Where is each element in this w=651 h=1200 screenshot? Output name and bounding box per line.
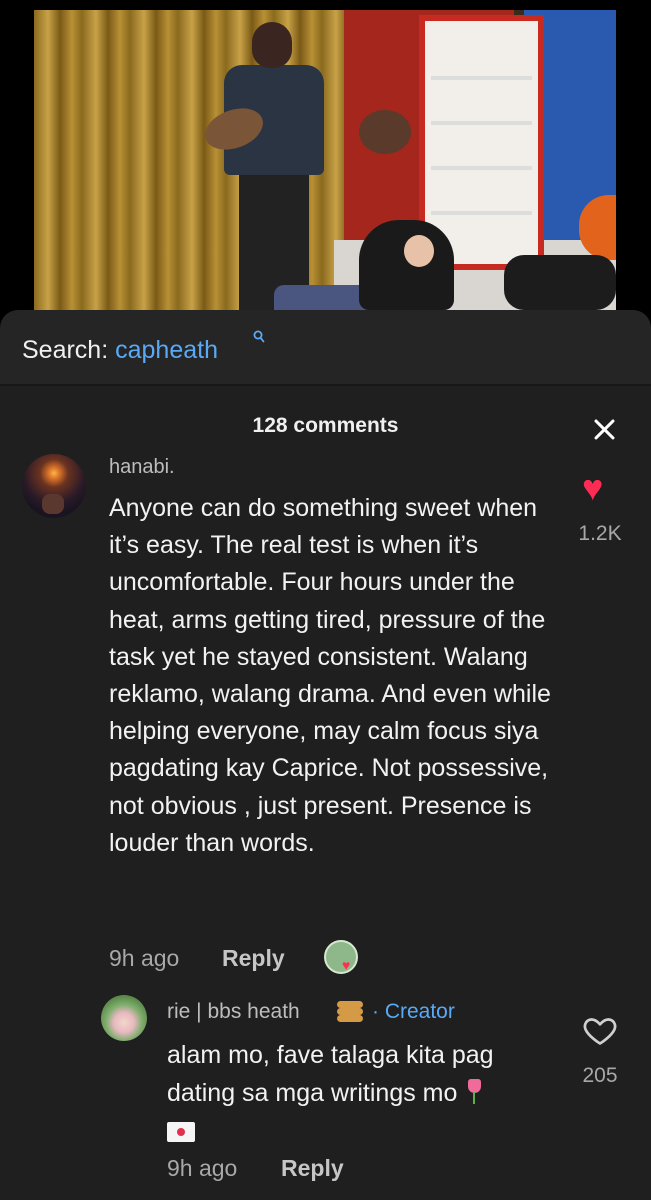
heart-icon: ♥ xyxy=(342,957,351,973)
search-term[interactable]: capheath xyxy=(115,336,218,364)
tulip-icon xyxy=(465,1079,483,1105)
video-area xyxy=(0,0,651,330)
love-letter-icon xyxy=(167,1122,195,1142)
avatar-detail xyxy=(42,494,64,514)
avatar[interactable] xyxy=(22,454,86,518)
heart-outline-icon[interactable] xyxy=(582,1012,618,1048)
heart-filled-icon[interactable]: ♥ xyxy=(582,470,603,506)
search-icon-svg xyxy=(253,330,265,343)
video-frame-person xyxy=(252,22,292,68)
like-count: 205 xyxy=(582,1064,618,1087)
shelf-line xyxy=(431,211,532,215)
pancake-layer xyxy=(337,1001,363,1008)
like-count: 1.2K xyxy=(578,522,622,545)
reply-timestamp: 9h ago xyxy=(167,1155,238,1181)
shelf-line xyxy=(431,166,532,170)
video-frame-paddle xyxy=(359,110,411,154)
comment-text: Anyone can do something sweet when it’s … xyxy=(109,494,551,857)
video-player[interactable] xyxy=(34,10,616,310)
pancake-icon xyxy=(337,999,363,1023)
comment-timestamp: 9h ago xyxy=(109,945,180,971)
heart-icon xyxy=(177,1128,185,1136)
pancake-layer xyxy=(337,1008,363,1015)
reply-button[interactable]: Reply xyxy=(222,945,285,972)
reply-button[interactable]: Reply xyxy=(281,1155,344,1182)
shelf-line xyxy=(431,76,532,80)
close-icon[interactable] xyxy=(588,414,620,446)
avatar[interactable] xyxy=(101,995,147,1041)
video-frame-person xyxy=(404,235,434,267)
tulip-bloom xyxy=(468,1079,482,1093)
tulip-stem xyxy=(473,1092,476,1104)
search-icon[interactable] xyxy=(253,330,265,347)
search-label: Search: xyxy=(22,336,109,364)
comments-count: 128 comments xyxy=(252,414,399,437)
pancake-layer xyxy=(337,1015,363,1022)
creator-badge: · Creator xyxy=(372,1000,455,1023)
reply-text: alam mo, fave talaga kita pag dating sa … xyxy=(167,1041,494,1107)
creator-liked-avatar: ♥ xyxy=(324,940,358,974)
reply-username[interactable]: rie | bbs heath xyxy=(167,1000,300,1024)
comment-username[interactable]: hanabi. xyxy=(109,456,175,479)
shelf-line xyxy=(431,121,532,125)
search-suggestion[interactable]: Search: capheath xyxy=(22,336,218,365)
video-frame-person xyxy=(359,220,454,310)
heart-outline-svg xyxy=(583,1018,617,1045)
video-frame-person xyxy=(504,255,616,310)
divider xyxy=(0,384,651,386)
reply-text-block: alam mo, fave talaga kita pag dating sa … xyxy=(167,1036,557,1150)
